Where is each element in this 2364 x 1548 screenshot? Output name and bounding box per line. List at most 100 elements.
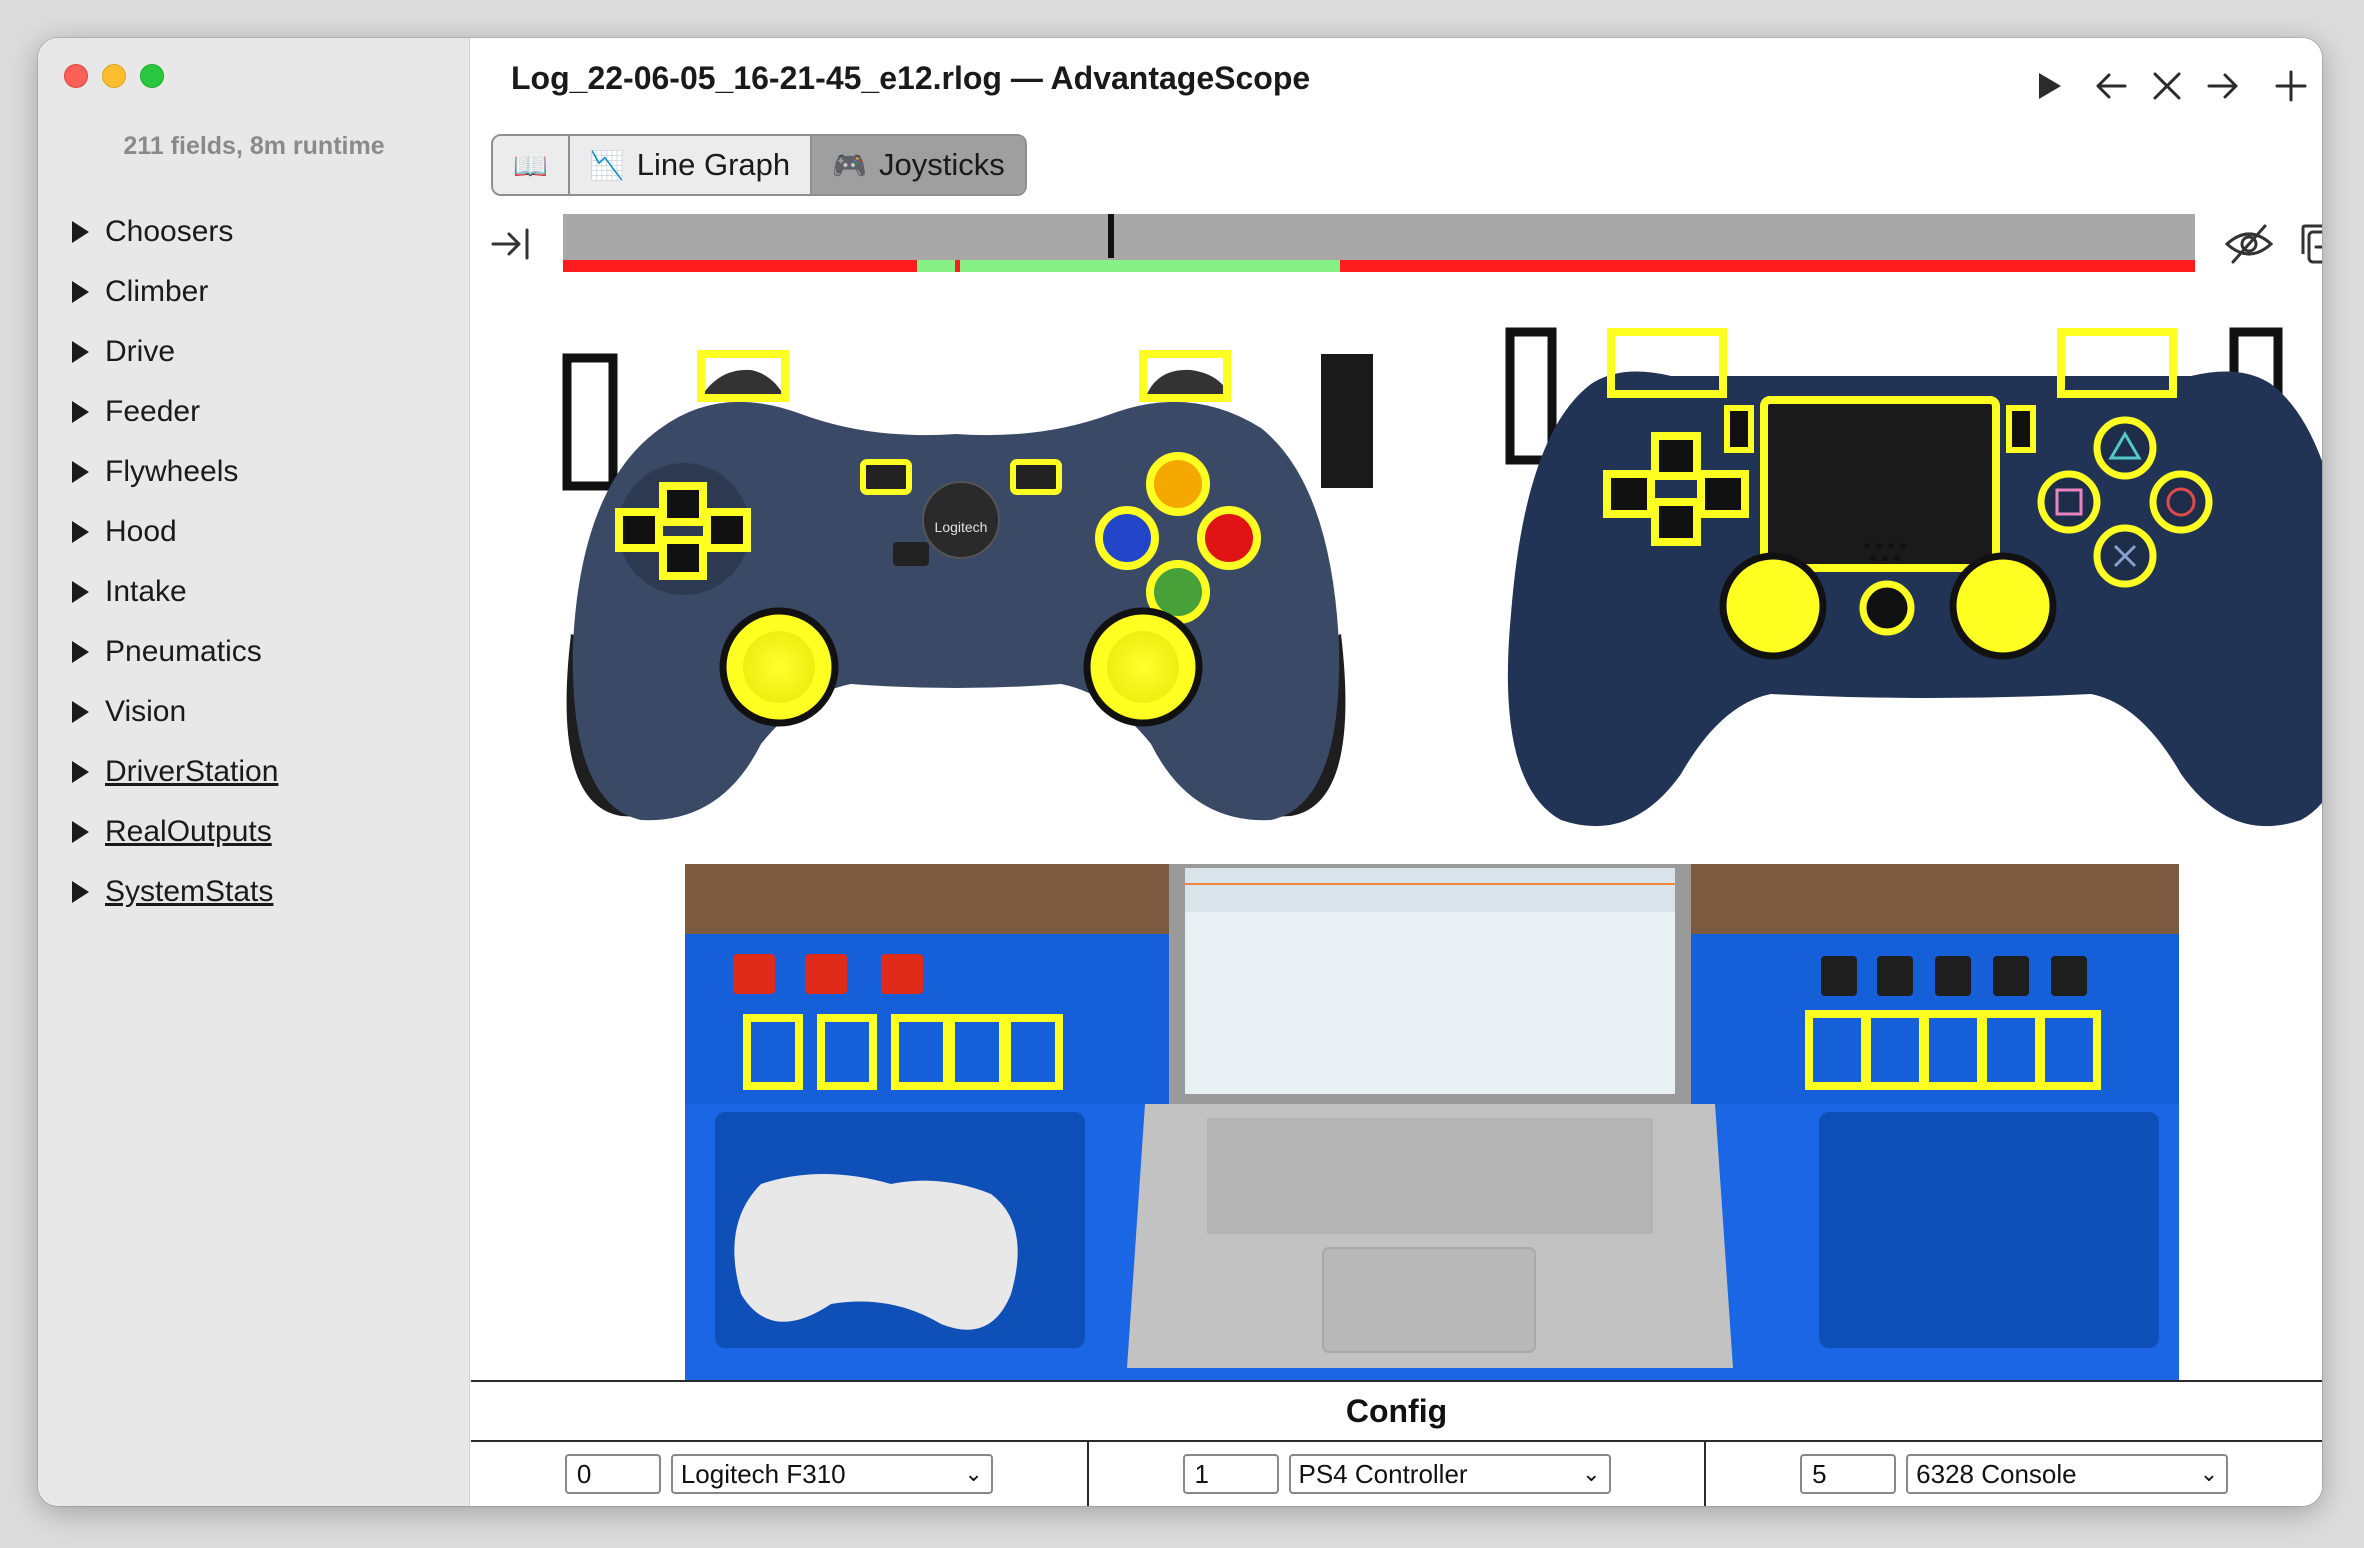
logitech-logo: Logitech: [935, 519, 988, 535]
button-y: [1146, 452, 1210, 516]
disclosure-triangle-icon[interactable]: [72, 341, 89, 363]
main-area: Log_22-06-05_16-21-45_e12.rlog — Advanta…: [471, 38, 2322, 1506]
sidebar-item-label: SystemStats: [105, 875, 274, 908]
joystick-config-2: 6328 Console ⌄: [1706, 1442, 2322, 1506]
sidebar-item-drive[interactable]: Drive: [72, 322, 278, 382]
app-window: 211 fields, 8m runtime Choosers Climber Dr…: [38, 38, 2322, 1506]
tab-label: Joysticks: [879, 147, 1005, 182]
close-tab-button[interactable]: [2145, 64, 2189, 108]
disclosure-triangle-icon[interactable]: [72, 461, 89, 483]
chevron-down-icon: ⌄: [1582, 1461, 1601, 1486]
chart-icon: 📉: [589, 149, 625, 181]
chevron-down-icon: ⌄: [2199, 1461, 2219, 1486]
joystick-id-input[interactable]: [564, 1454, 661, 1494]
sidebar-item-hood[interactable]: Hood: [72, 502, 278, 562]
tab-joysticks[interactable]: 🎮 Joysticks: [812, 136, 1025, 194]
eye-slash-icon[interactable]: [2223, 218, 2275, 270]
jump-to-start-icon[interactable]: [489, 222, 533, 266]
config-title: Config: [471, 1382, 2322, 1442]
disclosure-triangle-icon[interactable]: [72, 221, 89, 243]
timeline-scrubber[interactable]: [563, 214, 2195, 272]
enabled-segment: [959, 260, 1340, 272]
play-icon: [2039, 73, 2061, 99]
left-trigger-bar: [562, 353, 618, 491]
joystick-type-value: 6328 Console: [1916, 1458, 2077, 1489]
joystick-type-value: PS4 Controller: [1298, 1458, 1468, 1489]
options-button: [2006, 405, 2036, 453]
joystick-id-input[interactable]: [1800, 1454, 1897, 1494]
disclosure-triangle-icon[interactable]: [72, 761, 89, 783]
sidebar-item-label: Intake: [105, 575, 187, 608]
previous-tab-button[interactable]: [2089, 64, 2133, 108]
disclosure-triangle-icon[interactable]: [72, 581, 89, 603]
arrow-right-icon: [2207, 73, 2238, 99]
ps4-controller: [1505, 327, 2322, 827]
disclosure-triangle-icon[interactable]: [72, 401, 89, 423]
config-panel: Config Logitech F310 ⌄ PS4 Controller ⌄: [471, 1380, 2322, 1506]
joystick-visualization: Logitech: [562, 327, 2322, 1418]
share-button: [1724, 405, 1754, 453]
ps-button: [1859, 580, 1915, 636]
sidebar-item-vision[interactable]: Vision: [72, 682, 278, 742]
disclosure-triangle-icon[interactable]: [72, 521, 89, 543]
button-triangle: [2093, 416, 2157, 480]
sidebar-item-label: Climber: [105, 275, 209, 308]
tab-bar: 📖 📉 Line Graph 🎮 Joysticks: [491, 134, 1027, 196]
field-summary: 211 fields, 8m runtime: [123, 132, 385, 160]
left-stick: [1719, 552, 1827, 660]
config-row: Logitech F310 ⌄ PS4 Controller ⌄ 6328 Co…: [471, 1442, 2322, 1506]
disclosure-triangle-icon[interactable]: [72, 881, 89, 903]
tab-label: Line Graph: [636, 147, 791, 182]
right-stick: [1949, 552, 2057, 660]
disclosure-triangle-icon[interactable]: [72, 821, 89, 843]
left-trigger-bar: [1505, 327, 1557, 465]
tab-documentation[interactable]: 📖: [493, 136, 570, 194]
right-trigger-bar: [1321, 354, 1373, 488]
tab-line-graph[interactable]: 📉 Line Graph: [569, 136, 813, 194]
sidebar-item-label: Vision: [105, 695, 187, 728]
disclosure-triangle-icon[interactable]: [72, 641, 89, 663]
new-tab-button[interactable]: [2269, 64, 2313, 108]
disclosure-triangle-icon[interactable]: [72, 701, 89, 723]
back-button: [860, 459, 912, 495]
minimize-window-button[interactable]: [102, 64, 126, 88]
sidebar-item-label: Drive: [105, 335, 176, 368]
sidebar: 211 fields, 8m runtime Choosers Climber Dr…: [38, 38, 470, 1506]
gamepad-icon: 🎮: [832, 149, 868, 181]
new-window-icon[interactable]: [2295, 218, 2322, 270]
sidebar-item-label: DriverStation: [105, 755, 279, 788]
close-window-button[interactable]: [64, 64, 88, 88]
plus-icon: [2275, 70, 2307, 102]
chevron-down-icon: ⌄: [964, 1461, 983, 1486]
start-button: [1010, 459, 1062, 495]
disabled-strip: [563, 260, 2195, 272]
sidebar-item-pneumatics[interactable]: Pneumatics: [72, 622, 278, 682]
button-square: [2037, 470, 2101, 534]
next-tab-button[interactable]: [2201, 64, 2245, 108]
sidebar-item-label: RealOutputs: [105, 815, 272, 848]
sidebar-item-label: Feeder: [105, 395, 201, 428]
sidebar-item-climber[interactable]: Climber: [72, 262, 278, 322]
joystick-type-select[interactable]: 6328 Console ⌄: [1906, 1454, 2229, 1494]
sidebar-item-systemstats[interactable]: SystemStats: [72, 862, 278, 922]
sidebar-item-choosers[interactable]: Choosers: [72, 202, 278, 262]
sidebar-item-realoutputs[interactable]: RealOutputs: [72, 802, 278, 862]
disclosure-triangle-icon[interactable]: [72, 281, 89, 303]
sidebar-item-driverstation[interactable]: DriverStation: [72, 742, 278, 802]
zoom-window-button[interactable]: [140, 64, 164, 88]
sidebar-item-intake[interactable]: Intake: [72, 562, 278, 622]
joystick-id-input[interactable]: [1182, 1454, 1279, 1494]
sidebar-item-flywheels[interactable]: Flywheels: [72, 442, 278, 502]
sidebar-item-label: Pneumatics: [105, 635, 262, 668]
sidebar-item-label: Choosers: [105, 215, 234, 248]
joystick-type-select[interactable]: PS4 Controller ⌄: [1288, 1454, 1611, 1494]
timeline-cursor: [1108, 214, 1115, 258]
play-button[interactable]: [2027, 64, 2071, 108]
6328-console: [685, 864, 2179, 1418]
book-icon: 📖: [513, 149, 548, 181]
sidebar-item-label: Hood: [105, 515, 177, 548]
sidebar-item-feeder[interactable]: Feeder: [72, 382, 278, 442]
joystick-type-select[interactable]: Logitech F310 ⌄: [670, 1454, 993, 1494]
logitech-f310-controller: Logitech: [562, 350, 1373, 821]
joystick-type-value: Logitech F310: [680, 1458, 846, 1489]
